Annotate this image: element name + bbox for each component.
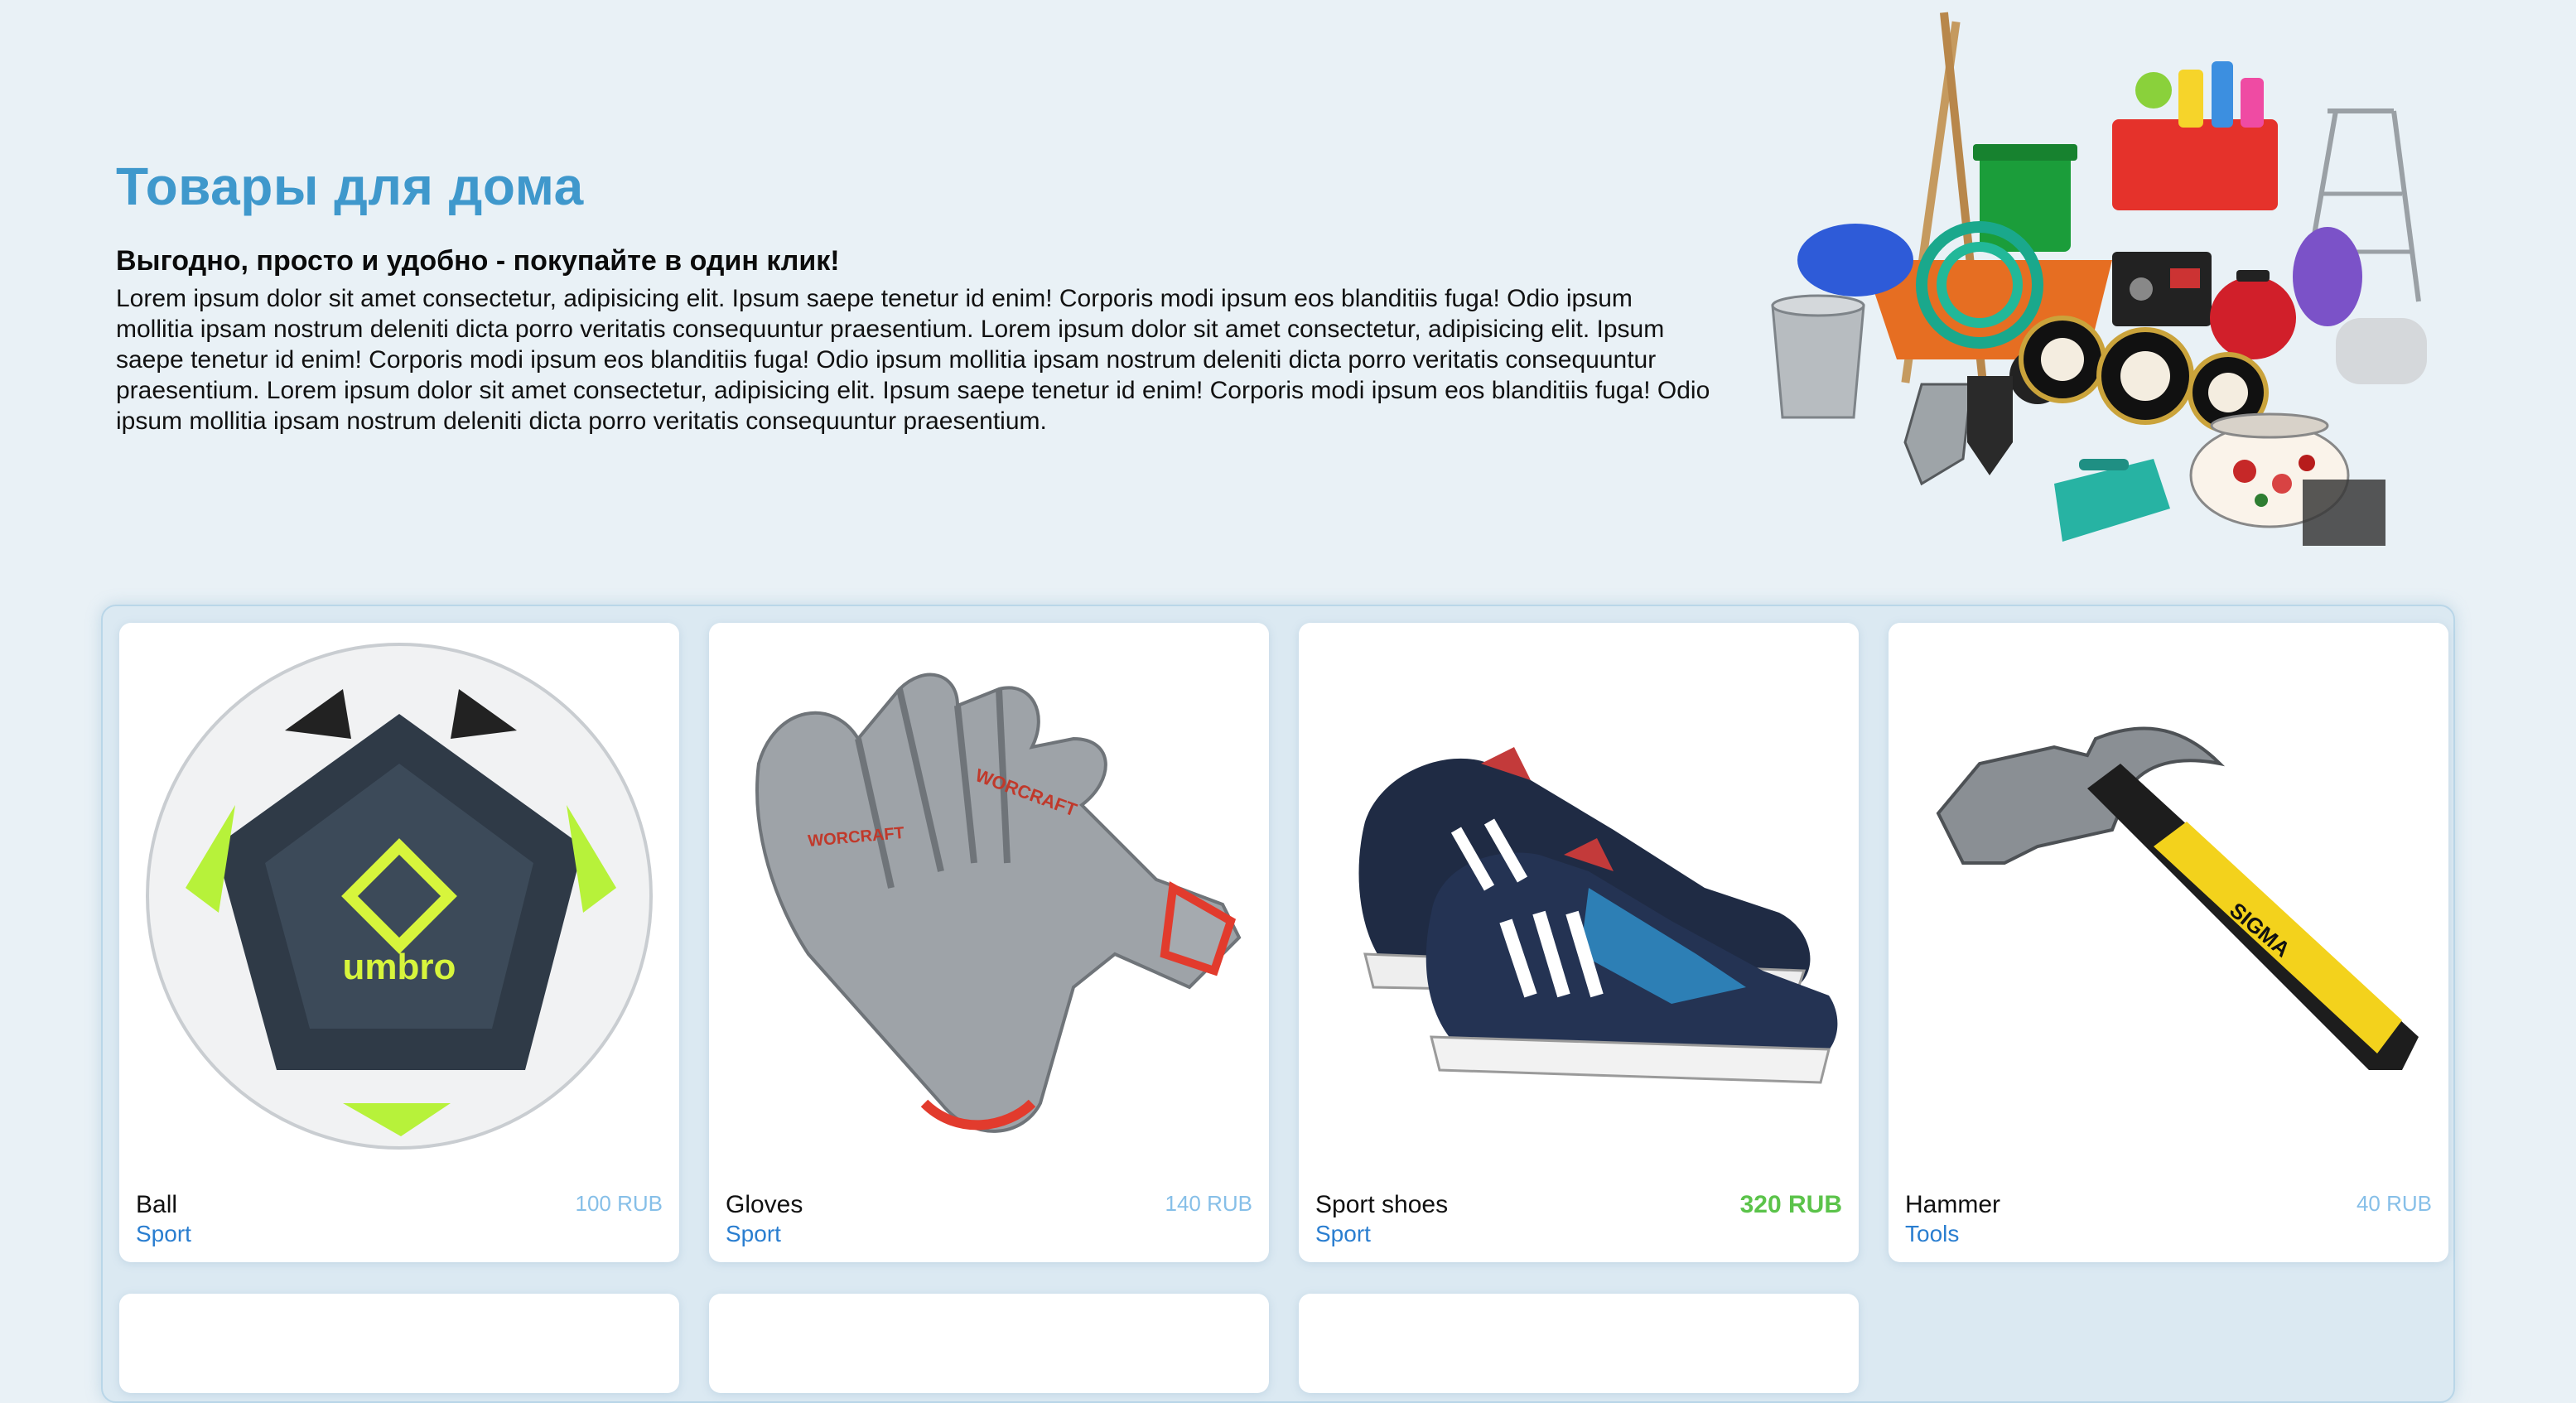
sneakers-image — [1358, 747, 1838, 1084]
product-card-partial[interactable] — [1299, 1294, 1859, 1393]
product-price: 320 RUB — [1739, 1191, 1842, 1218]
home-goods-illustration — [1771, 12, 2427, 546]
hero-section: Товары для дома Выгодно, просто и удобно… — [0, 0, 2576, 580]
product-card-partial[interactable] — [119, 1294, 679, 1393]
product-card-hammer[interactable]: SIGMA Hammer Tools 40 RUB — [1889, 623, 2448, 1262]
hammer-image: SIGMA — [1936, 726, 2419, 1070]
product-name[interactable]: Ball — [136, 1191, 177, 1219]
product-price: 140 RUB — [1165, 1191, 1253, 1216]
product-catalog: umbro Ball Sport 100 RUB WORCRAFT WORCRA… — [101, 605, 2455, 1403]
product-name[interactable]: Gloves — [726, 1191, 803, 1219]
gloves-image: WORCRAFT WORCRAFT — [755, 673, 1242, 1133]
hero-subtitle: Выгодно, просто и удобно - покупайте в о… — [116, 245, 840, 277]
svg-text:umbro: umbro — [343, 947, 456, 987]
product-card-gloves[interactable]: WORCRAFT WORCRAFT Gloves Sport 140 RUB — [709, 623, 1269, 1262]
product-name[interactable]: Sport shoes — [1315, 1191, 1448, 1219]
product-category-link[interactable]: Sport — [136, 1221, 191, 1247]
product-card-ball[interactable]: umbro Ball Sport 100 RUB — [119, 623, 679, 1262]
product-category-link[interactable]: Tools — [1905, 1221, 1959, 1247]
product-category-link[interactable]: Sport — [1315, 1221, 1371, 1247]
product-card-partial[interactable] — [709, 1294, 1269, 1393]
product-category-link[interactable]: Sport — [726, 1221, 781, 1247]
product-card-sport-shoes[interactable]: Sport shoes Sport 320 RUB — [1299, 623, 1859, 1262]
page-title: Товары для дома — [116, 157, 584, 216]
product-price: 40 RUB — [2356, 1191, 2432, 1216]
product-name[interactable]: Hammer — [1905, 1191, 2000, 1219]
soccer-ball-image: umbro — [146, 643, 653, 1150]
hero-description: Lorem ipsum dolor sit amet consectetur, … — [116, 285, 1710, 435]
product-price: 100 RUB — [575, 1191, 663, 1216]
